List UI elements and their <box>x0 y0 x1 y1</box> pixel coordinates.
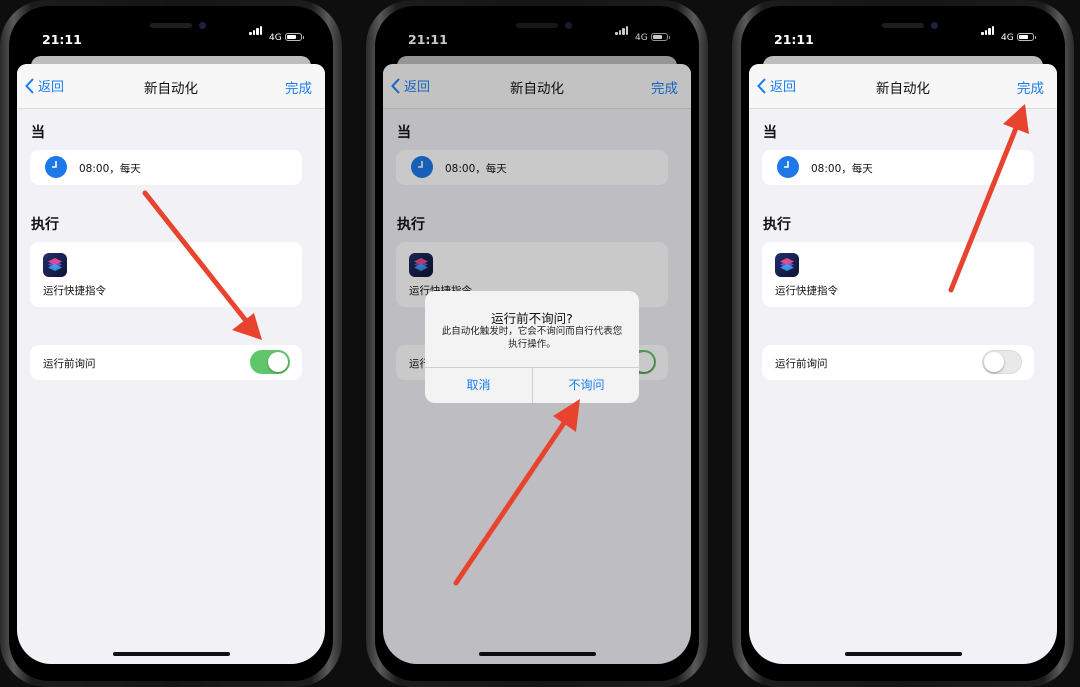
arrow-to-dont-ask <box>453 399 580 586</box>
arrow-to-done <box>948 104 1029 293</box>
annotation-arrows <box>142 104 1029 586</box>
arrow-to-toggle <box>142 190 262 340</box>
